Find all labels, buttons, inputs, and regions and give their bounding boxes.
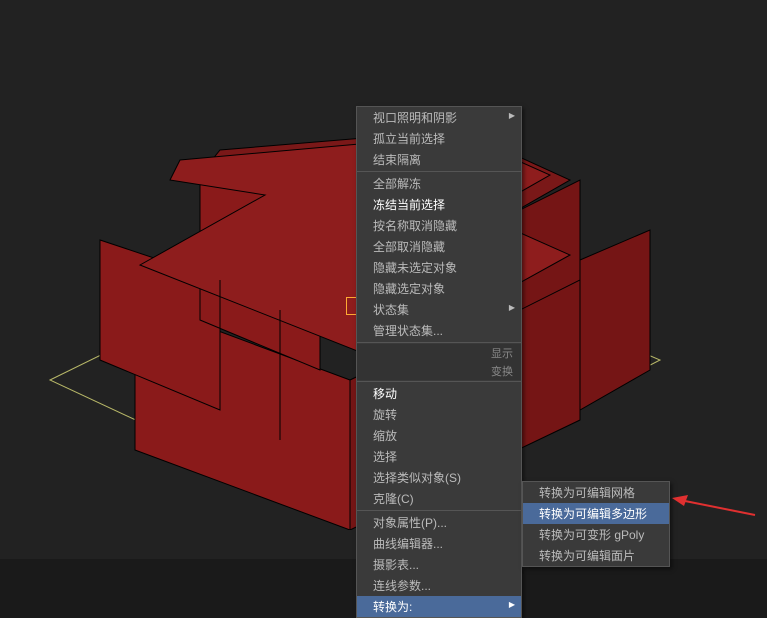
menu-unfreeze-all[interactable]: 全部解冻 bbox=[357, 173, 521, 194]
menu-hide-unselected[interactable]: 隐藏未选定对象 bbox=[357, 257, 521, 278]
submenu-editable-patch[interactable]: 转换为可编辑面片 bbox=[523, 545, 669, 566]
separator bbox=[357, 171, 521, 172]
menu-dope-sheet[interactable]: 摄影表... bbox=[357, 554, 521, 575]
menu-select[interactable]: 选择 bbox=[357, 446, 521, 467]
submenu-deformable-gpoly[interactable]: 转换为可变形 gPoly bbox=[523, 524, 669, 545]
menu-clone[interactable]: 克隆(C) bbox=[357, 488, 521, 509]
submenu-editable-mesh[interactable]: 转换为可编辑网格 bbox=[523, 482, 669, 503]
menu-section-transform: 变换 bbox=[357, 362, 521, 380]
convert-to-submenu: 转换为可编辑网格 转换为可编辑多边形 转换为可变形 gPoly 转换为可编辑面片 bbox=[522, 481, 670, 567]
menu-isolate-selection[interactable]: 孤立当前选择 bbox=[357, 128, 521, 149]
menu-rotate[interactable]: 旋转 bbox=[357, 404, 521, 425]
menu-curve-editor[interactable]: 曲线编辑器... bbox=[357, 533, 521, 554]
menu-state-sets[interactable]: 状态集 bbox=[357, 299, 521, 320]
menu-convert-to[interactable]: 转换为: bbox=[357, 596, 521, 617]
menu-manage-state-sets[interactable]: 管理状态集... bbox=[357, 320, 521, 341]
menu-scale[interactable]: 缩放 bbox=[357, 425, 521, 446]
menu-hide-selection[interactable]: 隐藏选定对象 bbox=[357, 278, 521, 299]
submenu-editable-poly[interactable]: 转换为可编辑多边形 bbox=[523, 503, 669, 524]
menu-unhide-all[interactable]: 全部取消隐藏 bbox=[357, 236, 521, 257]
menu-move[interactable]: 移动 bbox=[357, 383, 521, 404]
separator bbox=[357, 381, 521, 382]
menu-wire-parameters[interactable]: 连线参数... bbox=[357, 575, 521, 596]
separator bbox=[357, 342, 521, 343]
menu-section-display: 显示 bbox=[357, 344, 521, 362]
separator bbox=[357, 510, 521, 511]
menu-end-isolate[interactable]: 结束隔离 bbox=[357, 149, 521, 170]
menu-select-similar[interactable]: 选择类似对象(S) bbox=[357, 467, 521, 488]
viewport[interactable]: 视口照明和阴影 孤立当前选择 结束隔离 全部解冻 冻结当前选择 按名称取消隐藏 … bbox=[0, 0, 767, 559]
menu-unhide-by-name[interactable]: 按名称取消隐藏 bbox=[357, 215, 521, 236]
context-menu: 视口照明和阴影 孤立当前选择 结束隔离 全部解冻 冻结当前选择 按名称取消隐藏 … bbox=[356, 106, 522, 618]
menu-viewport-lighting[interactable]: 视口照明和阴影 bbox=[357, 107, 521, 128]
menu-object-properties[interactable]: 对象属性(P)... bbox=[357, 512, 521, 533]
menu-freeze-selection[interactable]: 冻结当前选择 bbox=[357, 194, 521, 215]
